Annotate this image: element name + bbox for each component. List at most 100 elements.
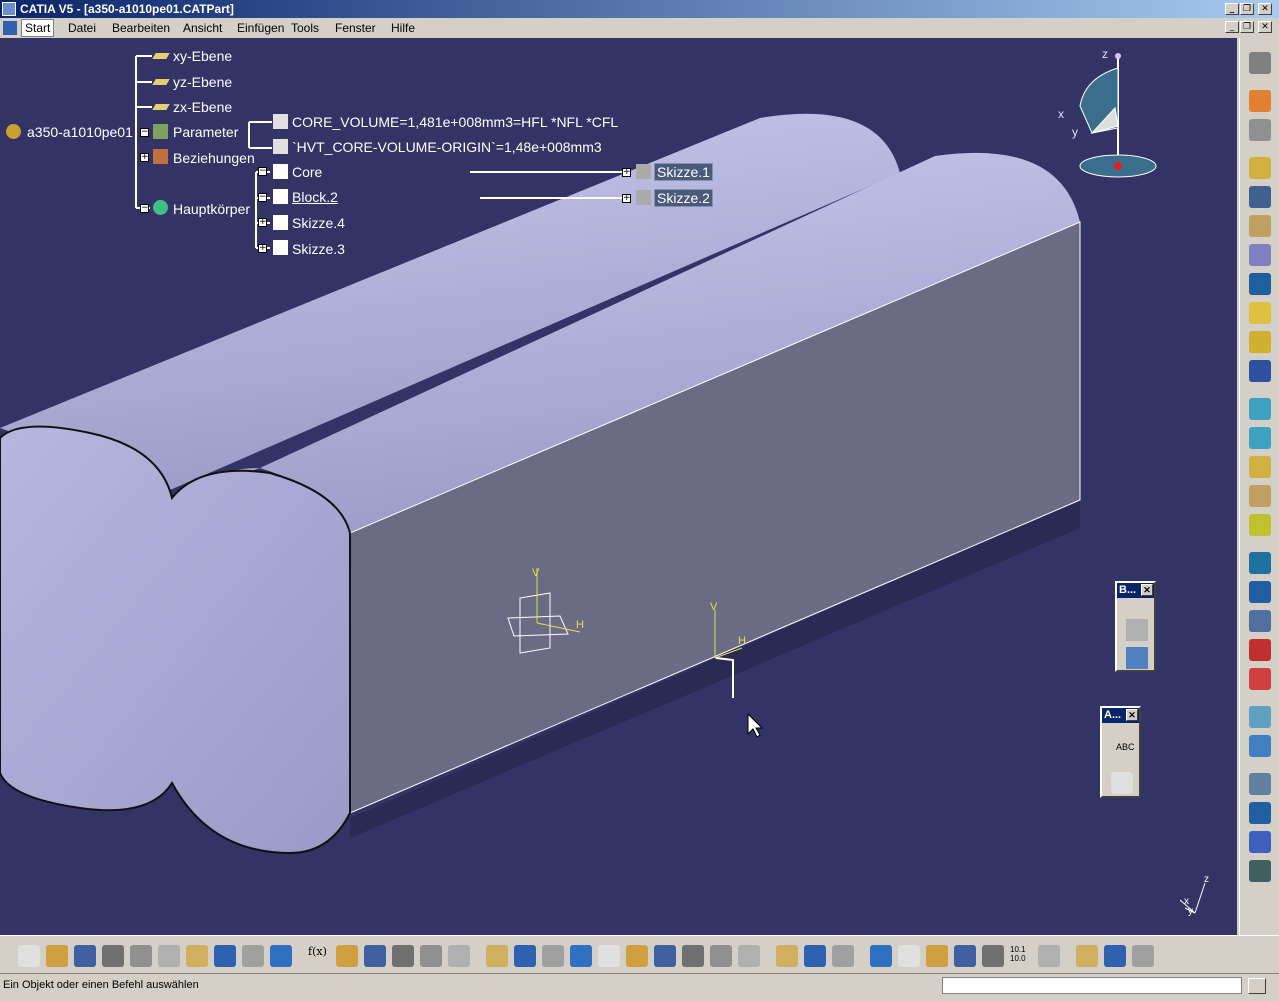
menu-einfuegen[interactable]: Einfügen: [237, 21, 284, 35]
tree-body[interactable]: Hauptkörper: [173, 201, 250, 217]
view-modes-icon[interactable]: [682, 945, 704, 967]
update-icon[interactable]: [804, 945, 826, 967]
menu-tools[interactable]: Tools: [291, 21, 319, 35]
command-input[interactable]: [942, 977, 1242, 994]
doc-restore-button[interactable]: ❐: [1240, 21, 1254, 33]
tree-param-core-volume[interactable]: CORE_VOLUME=1,481e+008mm3=HFL *NFL *CFL: [292, 114, 618, 130]
pattern-icon[interactable]: [1249, 831, 1271, 853]
tree-parameter[interactable]: Parameter: [173, 124, 238, 140]
parameters-table-icon[interactable]: 10.1 10.0: [1010, 945, 1032, 967]
doc-minimize-button[interactable]: _: [1225, 21, 1239, 33]
render-style-icon[interactable]: [710, 945, 732, 967]
tree-block-2[interactable]: Block.2: [292, 189, 338, 205]
minimize-button[interactable]: _: [1225, 3, 1239, 15]
apply-material-icon[interactable]: [870, 945, 892, 967]
help-icon[interactable]: [270, 945, 292, 967]
zoom-in-icon[interactable]: [598, 945, 620, 967]
fly-icon[interactable]: [486, 945, 508, 967]
floating-toolbar-b[interactable]: B... ✕: [1115, 581, 1156, 672]
rib-icon[interactable]: [1249, 302, 1271, 324]
tree-skizze-4[interactable]: Skizze.4: [292, 215, 345, 231]
floating-toolbar-a-close[interactable]: ✕: [1126, 709, 1138, 721]
list-icon[interactable]: [1038, 945, 1060, 967]
measure-icon[interactable]: [448, 945, 470, 967]
gear-icon[interactable]: [1249, 52, 1271, 74]
collapse-icon[interactable]: −: [258, 167, 267, 176]
thread-icon[interactable]: [1249, 610, 1271, 632]
print-icon[interactable]: [102, 945, 124, 967]
tree-root[interactable]: a350-a1010pe01: [27, 124, 133, 140]
menu-hilfe[interactable]: Hilfe: [391, 21, 415, 35]
thickness-icon[interactable]: [1249, 581, 1271, 603]
hide-show-icon[interactable]: [738, 945, 760, 967]
thick-surface-icon[interactable]: [1249, 706, 1271, 728]
compass[interactable]: [1079, 53, 1157, 178]
remove-face-icon[interactable]: [1249, 639, 1271, 661]
open-icon[interactable]: [46, 945, 68, 967]
pan-icon[interactable]: [542, 945, 564, 967]
translation-icon[interactable]: [1249, 773, 1271, 795]
multi-section-icon[interactable]: [1249, 398, 1271, 420]
tree-relations[interactable]: Beziehungen: [173, 150, 255, 166]
menu-datei[interactable]: Datei: [68, 21, 96, 35]
doc-close-button[interactable]: ✕: [1258, 21, 1272, 33]
formula-icon[interactable]: f(x): [308, 945, 330, 967]
knowledge-icon[interactable]: [364, 945, 386, 967]
edit-icon[interactable]: [1104, 945, 1126, 967]
zoom-out-icon[interactable]: [626, 945, 648, 967]
floating-toolbar-a[interactable]: A... ✕ ABC: [1100, 706, 1141, 798]
slot-icon[interactable]: [1249, 331, 1271, 353]
constraint-icon[interactable]: [926, 945, 948, 967]
menu-ansicht[interactable]: Ansicht: [183, 21, 222, 35]
cut-icon[interactable]: [130, 945, 152, 967]
tree-yz-plane[interactable]: yz-Ebene: [173, 74, 232, 90]
insert-body-icon[interactable]: [1126, 647, 1148, 669]
select-icon[interactable]: [1249, 90, 1271, 112]
command-button[interactable]: [1248, 978, 1266, 994]
expand-icon[interactable]: +: [622, 168, 631, 177]
swap-icon[interactable]: [776, 945, 798, 967]
axis-system-icon[interactable]: [954, 945, 976, 967]
analysis-icon[interactable]: [832, 945, 854, 967]
pocket-icon[interactable]: [1249, 186, 1271, 208]
boolean-icon[interactable]: [1126, 619, 1148, 641]
hole-icon[interactable]: [1249, 273, 1271, 295]
pad-icon[interactable]: [1249, 157, 1271, 179]
tree-param-hvt-core[interactable]: `HVT_CORE-VOLUME-ORIGIN`=1,48e+008mm3: [292, 139, 602, 155]
copy-icon[interactable]: [158, 945, 180, 967]
expand-icon[interactable]: +: [140, 153, 149, 162]
tree-core[interactable]: Core: [292, 164, 322, 180]
paste-icon[interactable]: [186, 945, 208, 967]
rotate-icon[interactable]: [570, 945, 592, 967]
split-icon[interactable]: [1249, 668, 1271, 690]
scaling-icon[interactable]: [1249, 860, 1271, 882]
text-annotation-icon[interactable]: ABC: [1116, 742, 1135, 752]
menu-fenster[interactable]: Fenster: [335, 21, 376, 35]
mirror-icon[interactable]: [1249, 802, 1271, 824]
draft-icon[interactable]: [1249, 514, 1271, 536]
tree-skizze-2[interactable]: Skizze.2: [654, 189, 713, 207]
end-cap[interactable]: [0, 425, 351, 855]
save-icon[interactable]: [74, 945, 96, 967]
table-icon[interactable]: [392, 945, 414, 967]
sketch-analysis-icon[interactable]: [898, 945, 920, 967]
close-button[interactable]: ✕: [1258, 3, 1272, 15]
shell-icon[interactable]: [1249, 552, 1271, 574]
menu-start[interactable]: Start: [21, 19, 55, 37]
groove-icon[interactable]: [1249, 244, 1271, 266]
menu-bearbeiten[interactable]: Bearbeiten: [112, 21, 170, 35]
shaft-icon[interactable]: [1249, 215, 1271, 237]
removed-multi-section-icon[interactable]: [1249, 427, 1271, 449]
chamfer-icon[interactable]: [1249, 485, 1271, 507]
stiffener-icon[interactable]: [1249, 360, 1271, 382]
sketcher-icon[interactable]: [1249, 119, 1271, 141]
catia-logo[interactable]: [1132, 945, 1154, 967]
fillet-icon[interactable]: [1249, 456, 1271, 478]
expand-icon[interactable]: +: [258, 218, 267, 227]
tree-zx-plane[interactable]: zx-Ebene: [173, 99, 232, 115]
redo-icon[interactable]: [242, 945, 264, 967]
lock-icon[interactable]: [420, 945, 442, 967]
tree-xy-plane[interactable]: xy-Ebene: [173, 48, 232, 64]
expand-icon[interactable]: +: [622, 194, 631, 203]
floating-toolbar-b-close[interactable]: ✕: [1141, 584, 1153, 596]
